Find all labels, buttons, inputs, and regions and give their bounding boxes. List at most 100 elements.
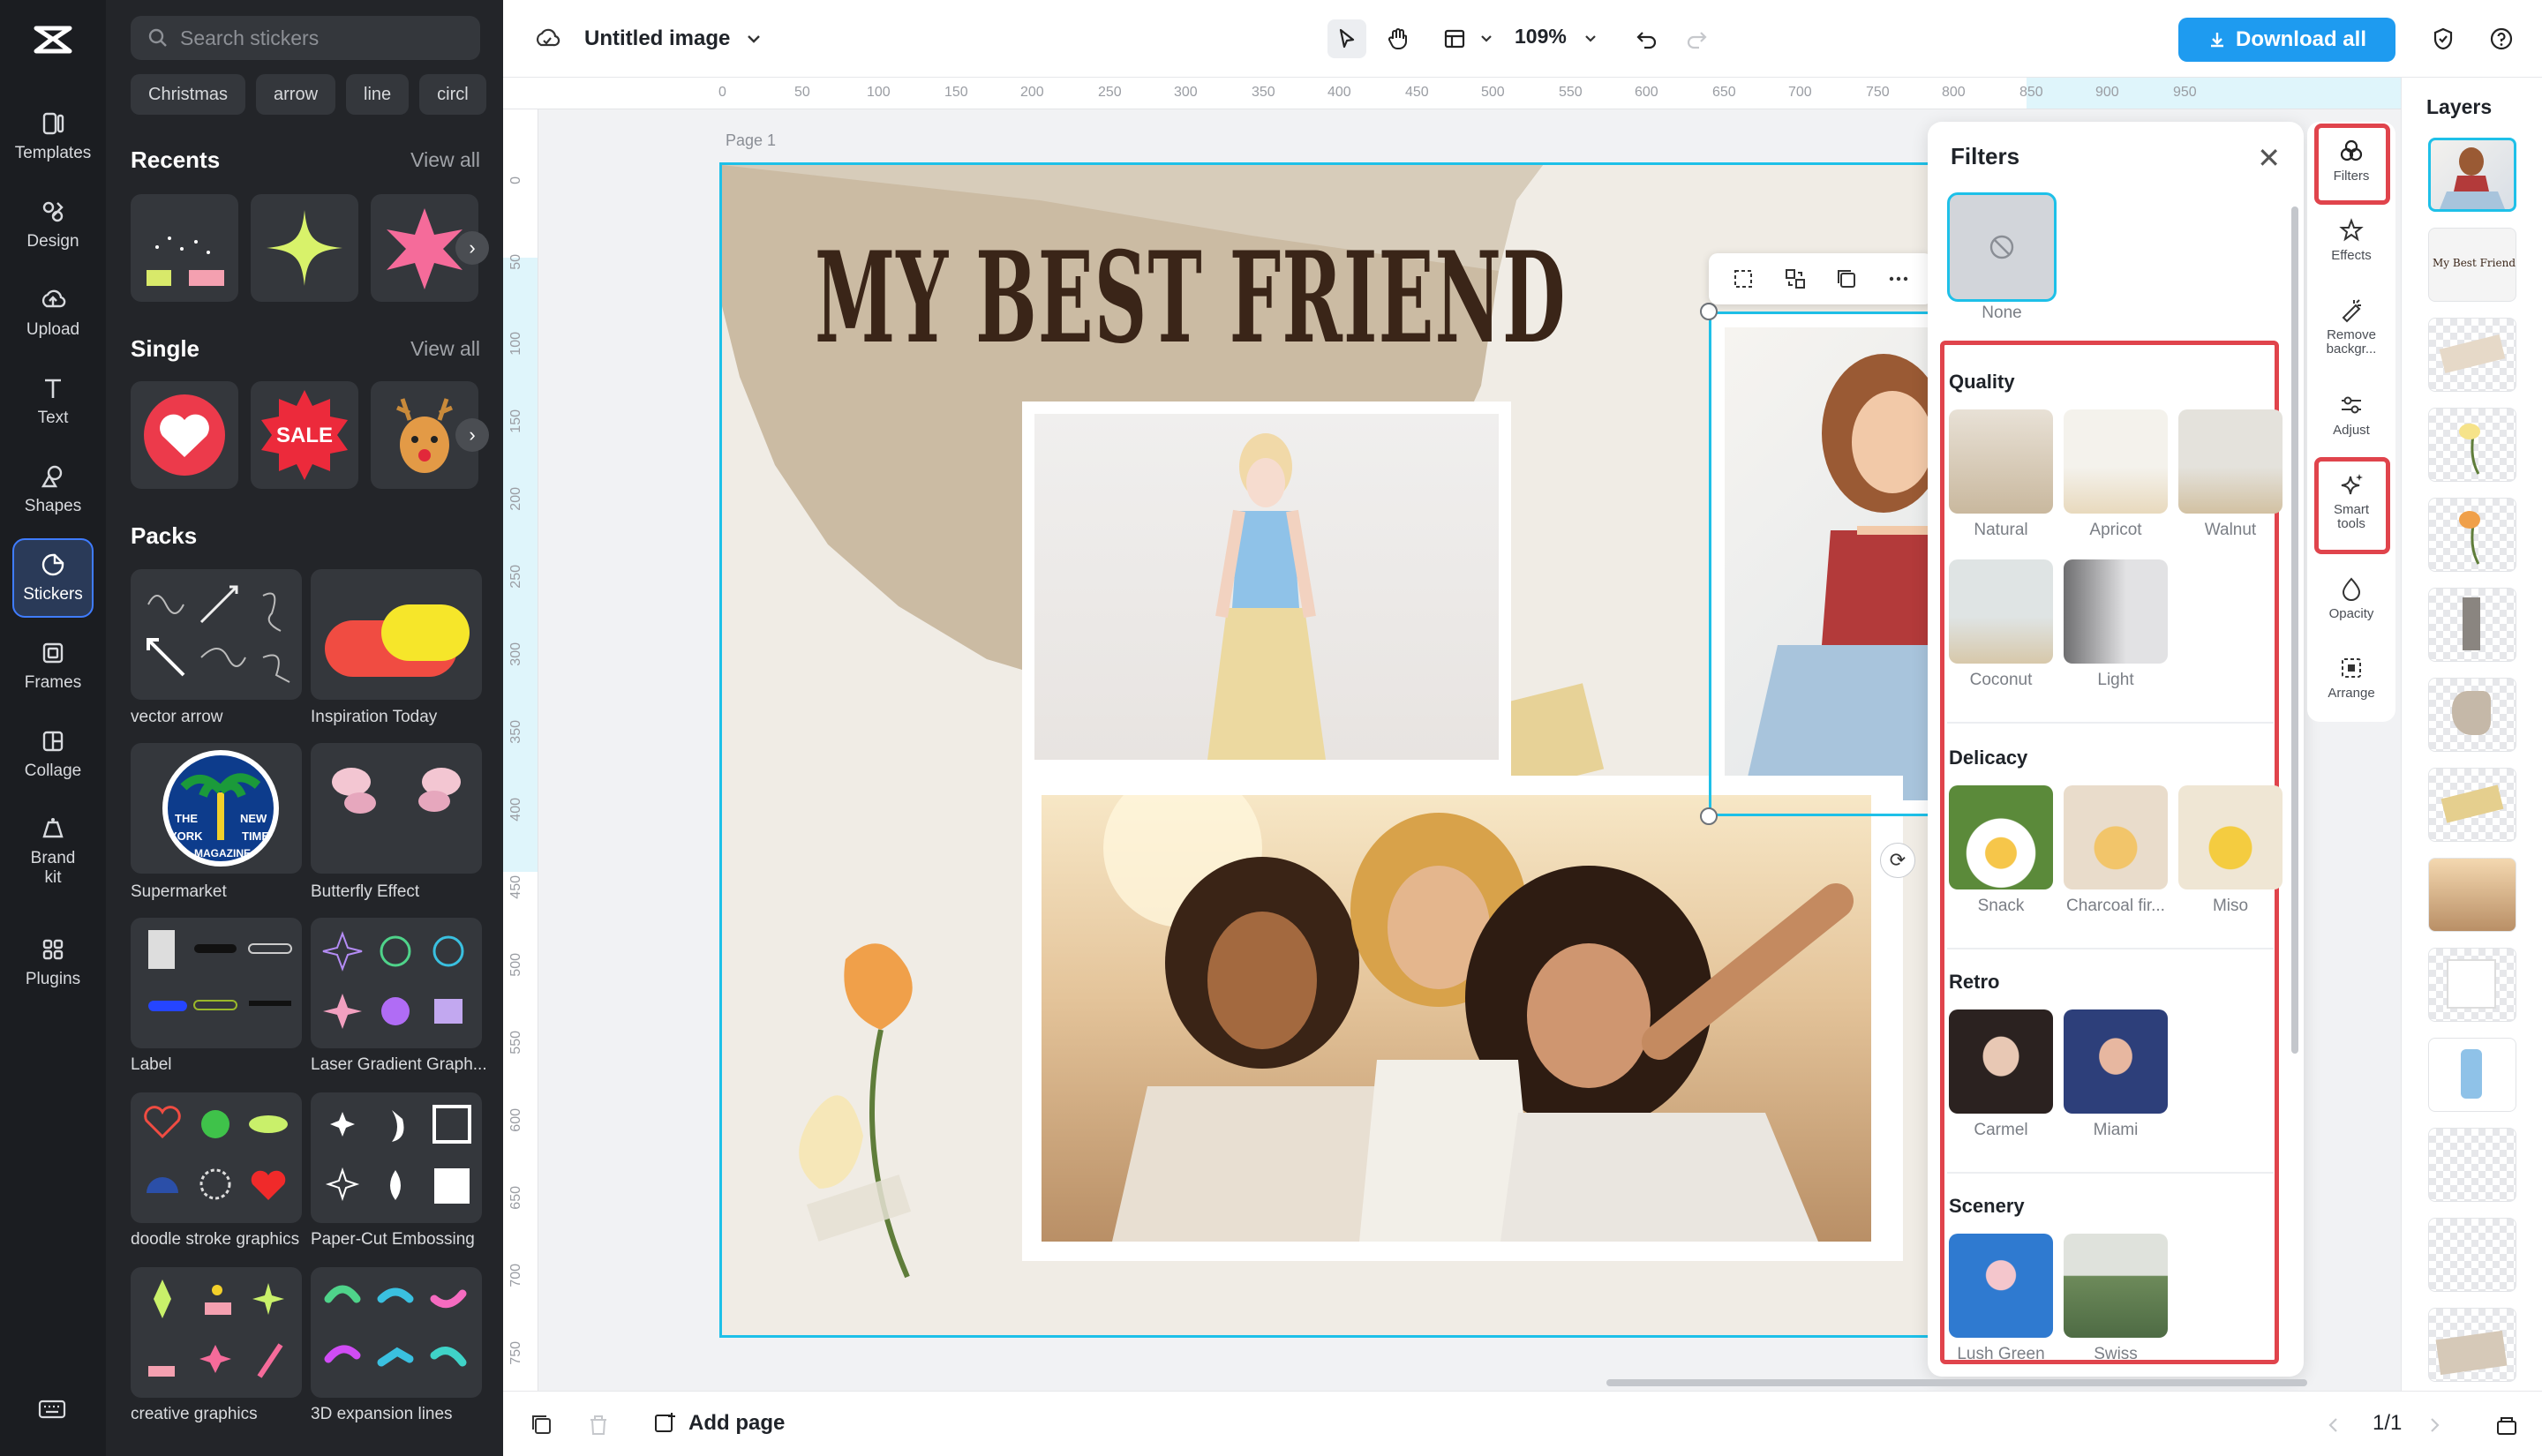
filter-none[interactable] xyxy=(1947,192,2057,302)
layer-item-frame[interactable] xyxy=(2428,948,2516,1022)
title-dropdown-chevron-icon[interactable] xyxy=(734,19,773,58)
layer-item-empty-1[interactable] xyxy=(2428,1128,2516,1202)
filter-natural[interactable] xyxy=(1949,409,2053,514)
chip-circle[interactable]: circl xyxy=(419,74,486,115)
cloud-save-icon[interactable] xyxy=(528,19,567,58)
chip-line[interactable]: line xyxy=(346,74,410,115)
sale-sticker[interactable]: SALE xyxy=(251,381,358,489)
tool-opacity[interactable]: Opacity xyxy=(2316,575,2387,621)
rail-plugins[interactable]: Plugins xyxy=(12,923,94,1002)
photo-frame-bottom[interactable] xyxy=(1022,776,1903,1261)
pack-creative-graphics[interactable] xyxy=(131,1267,302,1398)
layer-item-paper-2[interactable] xyxy=(2428,1308,2516,1382)
layer-item-title[interactable]: My Best Friend xyxy=(2428,228,2516,302)
recents-view-all[interactable]: View all xyxy=(410,148,480,172)
rail-brand-kit[interactable]: Brand kit xyxy=(12,803,94,900)
sticker-thumb[interactable] xyxy=(251,194,358,302)
pack-inspiration-today[interactable] xyxy=(311,569,482,700)
rail-collage[interactable]: Collage xyxy=(12,715,94,794)
pack-laser-gradient[interactable] xyxy=(311,918,482,1048)
search-stickers-input[interactable]: Search stickers xyxy=(131,16,480,60)
zoom-level[interactable]: 109% xyxy=(1515,25,1567,49)
pack-vector-arrow[interactable] xyxy=(131,569,302,700)
pack-3d-expansion[interactable] xyxy=(311,1267,482,1398)
rotate-handle-icon[interactable]: ⟳ xyxy=(1880,843,1915,878)
prev-page-chevron-icon[interactable] xyxy=(2314,1406,2353,1445)
tool-adjust[interactable]: Adjust xyxy=(2316,392,2387,438)
filter-light[interactable] xyxy=(2064,559,2168,664)
shield-icon[interactable] xyxy=(2424,19,2463,58)
filter-coconut[interactable] xyxy=(1949,559,2053,664)
rail-upload[interactable]: Upload xyxy=(12,274,94,353)
chip-christmas[interactable]: Christmas xyxy=(131,74,246,115)
filter-carmel[interactable] xyxy=(1949,1009,2053,1114)
filter-miami[interactable] xyxy=(2064,1009,2168,1114)
page-manager-icon[interactable] xyxy=(2487,1406,2526,1445)
rail-shapes[interactable]: Shapes xyxy=(12,450,94,529)
rail-frames[interactable]: Frames xyxy=(12,627,94,706)
replace-icon[interactable] xyxy=(1780,264,1810,294)
settings-icon[interactable] xyxy=(2538,19,2542,58)
rail-text[interactable]: Text xyxy=(12,362,94,441)
layout-dropdown-chevron-icon[interactable] xyxy=(1467,19,1506,58)
tool-effects[interactable]: Effects xyxy=(2316,217,2387,263)
layer-item-flower[interactable] xyxy=(2428,408,2516,482)
crop-icon[interactable] xyxy=(1728,264,1758,294)
layer-item-paper[interactable] xyxy=(2428,678,2516,752)
tool-arrange[interactable]: Arrange xyxy=(2316,655,2387,701)
sticker-thumb[interactable] xyxy=(131,194,238,302)
photo-girl-blue-top[interactable] xyxy=(1034,414,1499,760)
recents-next-button[interactable]: › xyxy=(455,231,489,265)
filter-charcoal[interactable] xyxy=(2064,785,2168,889)
rail-stickers[interactable]: Stickers xyxy=(12,538,94,618)
filter-walnut[interactable] xyxy=(2178,409,2283,514)
pack-doodle-stroke[interactable] xyxy=(131,1092,302,1223)
layer-item-group-photo[interactable] xyxy=(2428,858,2516,932)
resize-handle[interactable] xyxy=(1700,807,1718,825)
filter-lush-green[interactable] xyxy=(1949,1234,2053,1338)
title-text[interactable]: MY BEST FRIEND xyxy=(815,225,1567,372)
duplicate-icon[interactable] xyxy=(1831,264,1861,294)
pack-paper-cut[interactable] xyxy=(311,1092,482,1223)
filters-scrollbar[interactable] xyxy=(2291,206,2298,1054)
layer-item-tape[interactable] xyxy=(2428,318,2516,392)
more-options-icon[interactable] xyxy=(1884,264,1914,294)
rail-design[interactable]: Design xyxy=(12,185,94,265)
pack-label-stickers[interactable] xyxy=(131,918,302,1048)
tool-filters[interactable]: Filters xyxy=(2316,138,2387,184)
resize-handle[interactable] xyxy=(1700,303,1718,320)
layer-item-empty-2[interactable] xyxy=(2428,1218,2516,1292)
photo-frame-left[interactable] xyxy=(1022,402,1511,781)
capcut-logo-icon[interactable] xyxy=(31,21,75,58)
photo-three-friends[interactable] xyxy=(1042,795,1871,1242)
hand-tool-icon[interactable] xyxy=(1379,19,1418,58)
add-page-button[interactable]: Add page xyxy=(653,1411,785,1436)
filter-snack[interactable] xyxy=(1949,785,2053,889)
help-icon[interactable] xyxy=(2482,19,2521,58)
download-all-button[interactable]: Download all xyxy=(2178,18,2395,62)
duplicate-page-icon[interactable] xyxy=(523,1406,561,1445)
heart-sticker[interactable] xyxy=(131,381,238,489)
select-tool-icon[interactable] xyxy=(1327,19,1366,58)
flower-sticker[interactable] xyxy=(775,924,951,1295)
layer-item-scrap[interactable] xyxy=(2428,588,2516,662)
filter-apricot[interactable] xyxy=(2064,409,2168,514)
close-icon[interactable]: ✕ xyxy=(2257,141,2281,175)
chip-arrow[interactable]: arrow xyxy=(256,74,336,115)
layer-item-photo-girl[interactable] xyxy=(2428,1038,2516,1112)
layer-item-tape-2[interactable] xyxy=(2428,768,2516,842)
layer-item-flower-2[interactable] xyxy=(2428,498,2516,572)
rail-templates[interactable]: Templates xyxy=(12,97,94,176)
delete-page-icon[interactable] xyxy=(579,1406,618,1445)
single-view-all[interactable]: View all xyxy=(410,337,480,361)
document-title[interactable]: Untitled image xyxy=(584,26,730,51)
pack-supermarket[interactable]: THE NEW YORK TIME MAGAZINE xyxy=(131,743,302,874)
redo-icon[interactable] xyxy=(1677,19,1716,58)
tool-smart-tools[interactable]: Smart tools xyxy=(2316,471,2387,531)
tool-remove-background[interactable]: Remove backgr... xyxy=(2316,296,2387,356)
filter-swiss[interactable] xyxy=(2064,1234,2168,1338)
next-page-chevron-icon[interactable] xyxy=(2415,1406,2454,1445)
layer-item-photo-woman[interactable] xyxy=(2428,138,2516,212)
single-next-button[interactable]: › xyxy=(455,418,489,452)
undo-icon[interactable] xyxy=(1628,19,1666,58)
